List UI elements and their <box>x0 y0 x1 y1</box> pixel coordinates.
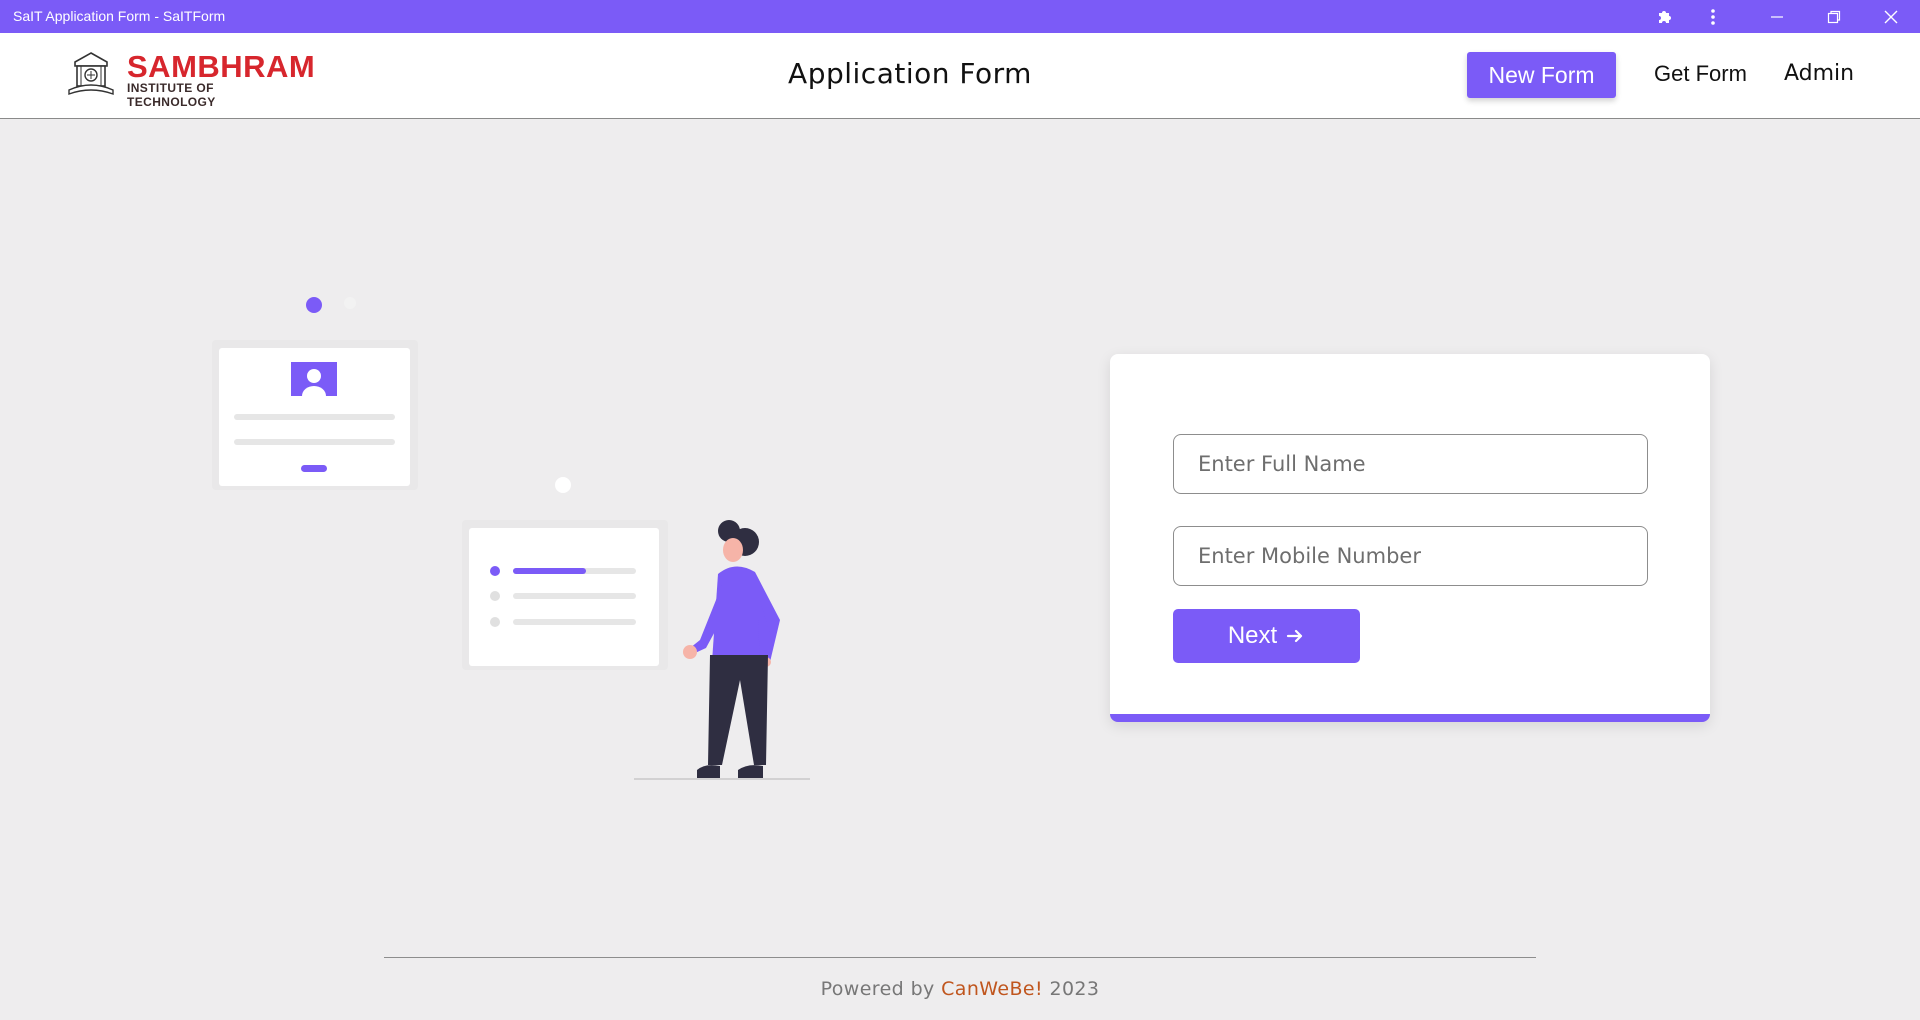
decor-dot-purple <box>306 297 322 313</box>
admin-link[interactable]: Admin <box>1784 61 1854 86</box>
list-card-shadow <box>462 520 668 670</box>
next-button-label: Next <box>1227 622 1278 649</box>
application-form-card: Next <box>1110 354 1710 722</box>
footer-year: 2023 <box>1049 978 1100 1000</box>
next-button[interactable]: Next <box>1173 609 1360 663</box>
decor-dot-white <box>555 477 571 493</box>
footer: Powered by CanWeBe! 2023 <box>0 978 1920 1000</box>
profile-card <box>219 348 410 486</box>
restore-icon[interactable] <box>1814 0 1854 33</box>
extensions-icon[interactable] <box>1644 0 1684 33</box>
window-titlebar: SaIT Application Form - SaITForm <box>0 0 1920 33</box>
profile-avatar-icon <box>291 362 337 396</box>
minimize-icon[interactable] <box>1757 0 1797 33</box>
footer-brand-link[interactable]: CanWeBe! <box>941 978 1043 1000</box>
get-form-link[interactable]: Get Form <box>1654 61 1747 87</box>
more-options-icon[interactable] <box>1693 0 1733 33</box>
mobile-number-input[interactable] <box>1173 526 1648 586</box>
window-title: SaIT Application Form - SaITForm <box>13 8 226 24</box>
arrow-right-icon <box>1287 629 1303 643</box>
full-name-input[interactable] <box>1173 434 1648 494</box>
list-card <box>469 528 659 666</box>
footer-prefix: Powered by <box>820 978 935 1000</box>
app-header: SAMBHRAM INSTITUTE OF TECHNOLOGY Applica… <box>0 33 1920 119</box>
person-figure <box>683 520 780 778</box>
close-icon[interactable] <box>1871 0 1911 33</box>
new-form-button[interactable]: New Form <box>1467 52 1616 98</box>
profile-card-shadow <box>212 340 418 490</box>
footer-divider <box>384 957 1536 958</box>
decor-dot-light <box>344 297 356 309</box>
